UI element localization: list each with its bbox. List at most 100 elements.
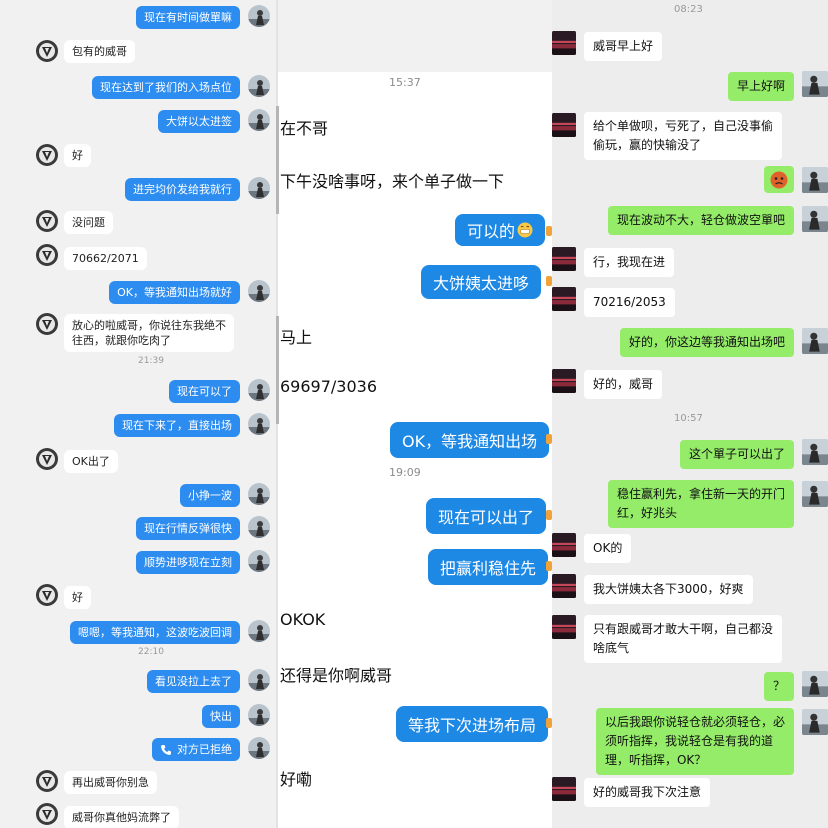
user-avatar[interactable] <box>802 708 828 736</box>
user-avatar[interactable] <box>248 669 270 691</box>
contact-avatar[interactable] <box>36 770 58 792</box>
message-incoming: 再出威哥你别急 <box>64 771 157 794</box>
message-outgoing-multiline: 稳住赢利先，拿住新一天的开门 红，好兆头 <box>607 480 794 528</box>
message-outgoing: OK，等我通知出场 <box>390 422 550 458</box>
message-incoming-multiline: 给个单做呗，亏死了，自己没事偷 偷玩，赢的快输没了 <box>584 112 783 160</box>
timestamp: 22:10 <box>138 647 164 657</box>
contact-avatar[interactable] <box>36 584 58 606</box>
message-line: 放心的啦威哥，你说往东我绝不 <box>72 319 226 332</box>
message-incoming: 在不哥 <box>280 119 329 138</box>
contact-avatar[interactable] <box>552 368 576 394</box>
message-outgoing: ？ <box>763 672 794 701</box>
user-avatar[interactable] <box>248 280 270 302</box>
message-outgoing: 早上好啊 <box>727 72 794 101</box>
contact-avatar[interactable] <box>36 210 58 232</box>
message-outgoing: 进完均价发给我就行 <box>125 178 240 201</box>
grin-emoji-icon <box>517 222 533 238</box>
message-outgoing: 大饼姨太进哆 <box>421 265 542 299</box>
user-avatar[interactable] <box>802 205 828 233</box>
user-avatar[interactable] <box>248 5 270 27</box>
message-incoming: 69697/3036 <box>280 377 378 396</box>
message-outgoing: 看见没拉上去了 <box>147 670 240 693</box>
message-outgoing: 这个單子可以出了 <box>679 440 794 469</box>
contact-avatar[interactable] <box>552 246 576 272</box>
message-incoming: 还得是你啊威哥 <box>280 666 393 685</box>
user-avatar[interactable] <box>248 75 270 97</box>
user-avatar[interactable] <box>248 550 270 572</box>
contact-avatar[interactable] <box>552 286 576 312</box>
user-avatar[interactable] <box>802 438 828 466</box>
user-avatar[interactable] <box>802 670 828 698</box>
quote-bar <box>276 106 279 214</box>
message-outgoing: 现在波动不大，轻仓做波空單吧 <box>607 206 794 235</box>
contact-avatar[interactable] <box>552 30 576 56</box>
call-status-label: 对方已拒绝 <box>177 743 232 756</box>
contact-avatar[interactable] <box>552 532 576 558</box>
contact-avatar[interactable] <box>36 244 58 266</box>
message-incoming: 70216/2053 <box>584 288 675 317</box>
message-incoming: 我大饼姨太各下3000，好爽 <box>584 575 753 604</box>
user-avatar[interactable] <box>248 620 270 642</box>
message-incoming: 好 <box>64 586 91 609</box>
message-line: 偷玩，赢的快输没了 <box>593 138 702 152</box>
message-outgoing: 现在可以出了 <box>426 498 547 534</box>
message-line: 啥底气 <box>593 641 630 655</box>
chat-panel-middle: 15:37 在不哥 下午没啥事呀，来个单子做一下 可以的 大饼姨太进哆 马上 6… <box>276 0 552 828</box>
angry-emoji-icon <box>770 171 788 189</box>
message-line: 理，听指挥，OK？ <box>604 753 707 767</box>
message-incoming: OK出了 <box>64 450 118 473</box>
contact-avatar[interactable] <box>36 448 58 470</box>
contact-avatar[interactable] <box>36 40 58 62</box>
previous-chat-overflow <box>276 0 552 72</box>
user-avatar[interactable] <box>248 483 270 505</box>
contact-avatar[interactable] <box>36 803 58 825</box>
message-incoming: 好的，威哥 <box>584 370 663 399</box>
message-outgoing: 现在行情反弹很快 <box>136 517 240 540</box>
message-outgoing: 等我下次进场布局 <box>396 706 549 742</box>
sticker-message <box>764 166 794 193</box>
message-outgoing: 现在有时间做單嘛 <box>136 6 240 29</box>
contact-avatar[interactable] <box>552 112 576 138</box>
message-incoming: 威哥你真他妈流弊了 <box>64 806 179 828</box>
call-declined-message[interactable]: 对方已拒绝 <box>152 738 240 761</box>
timestamp: 15:37 <box>389 76 421 89</box>
message-outgoing: 小挣一波 <box>180 484 240 507</box>
user-avatar[interactable] <box>248 516 270 538</box>
user-avatar[interactable] <box>802 166 828 194</box>
contact-avatar[interactable] <box>36 313 58 335</box>
message-outgoing: OK，等我通知出场就好 <box>109 281 240 304</box>
message-incoming: 行，我现在进 <box>584 248 675 277</box>
timestamp: 08:23 <box>674 4 703 15</box>
message-incoming: 马上 <box>280 328 313 347</box>
user-avatar[interactable] <box>248 413 270 435</box>
contact-avatar[interactable] <box>552 776 576 802</box>
user-avatar[interactable] <box>248 177 270 199</box>
user-avatar[interactable] <box>248 737 270 759</box>
message-outgoing: 嗯嗯，等我通知，这波吃波回调 <box>70 621 240 644</box>
user-avatar[interactable] <box>802 480 828 508</box>
phone-icon <box>160 744 172 756</box>
user-avatar[interactable] <box>802 70 828 98</box>
user-avatar[interactable] <box>802 327 828 355</box>
message-incoming: 包有的威哥 <box>64 40 135 63</box>
message-outgoing: 大饼以太进签 <box>158 110 240 133</box>
message-incoming: 威哥早上好 <box>584 32 663 61</box>
message-line: 红，好兆头 <box>616 506 677 520</box>
message-line: 只有跟威哥才敢大干啊，自己都没 <box>593 622 774 636</box>
message-incoming: 好的威哥我下次注意 <box>584 778 711 807</box>
timestamp: 10:57 <box>674 413 703 424</box>
user-avatar[interactable] <box>248 109 270 131</box>
message-outgoing: 顺势进哆现在立刻 <box>136 551 240 574</box>
user-avatar[interactable] <box>248 704 270 726</box>
contact-avatar[interactable] <box>36 144 58 166</box>
user-avatar[interactable] <box>248 379 270 401</box>
message-incoming: 好 <box>64 144 91 167</box>
contact-avatar[interactable] <box>552 614 576 640</box>
message-incoming-multiline: 放心的啦威哥，你说往东我绝不 往西，就跟你吃肉了 <box>64 314 234 352</box>
message-incoming: 好嘞 <box>280 770 313 789</box>
quote-bar <box>276 316 279 424</box>
message-incoming: OK的 <box>584 534 632 563</box>
message-outgoing: 可以的 <box>455 214 546 246</box>
message-outgoing: 现在达到了我们的入场点位 <box>92 76 240 99</box>
contact-avatar[interactable] <box>552 573 576 599</box>
